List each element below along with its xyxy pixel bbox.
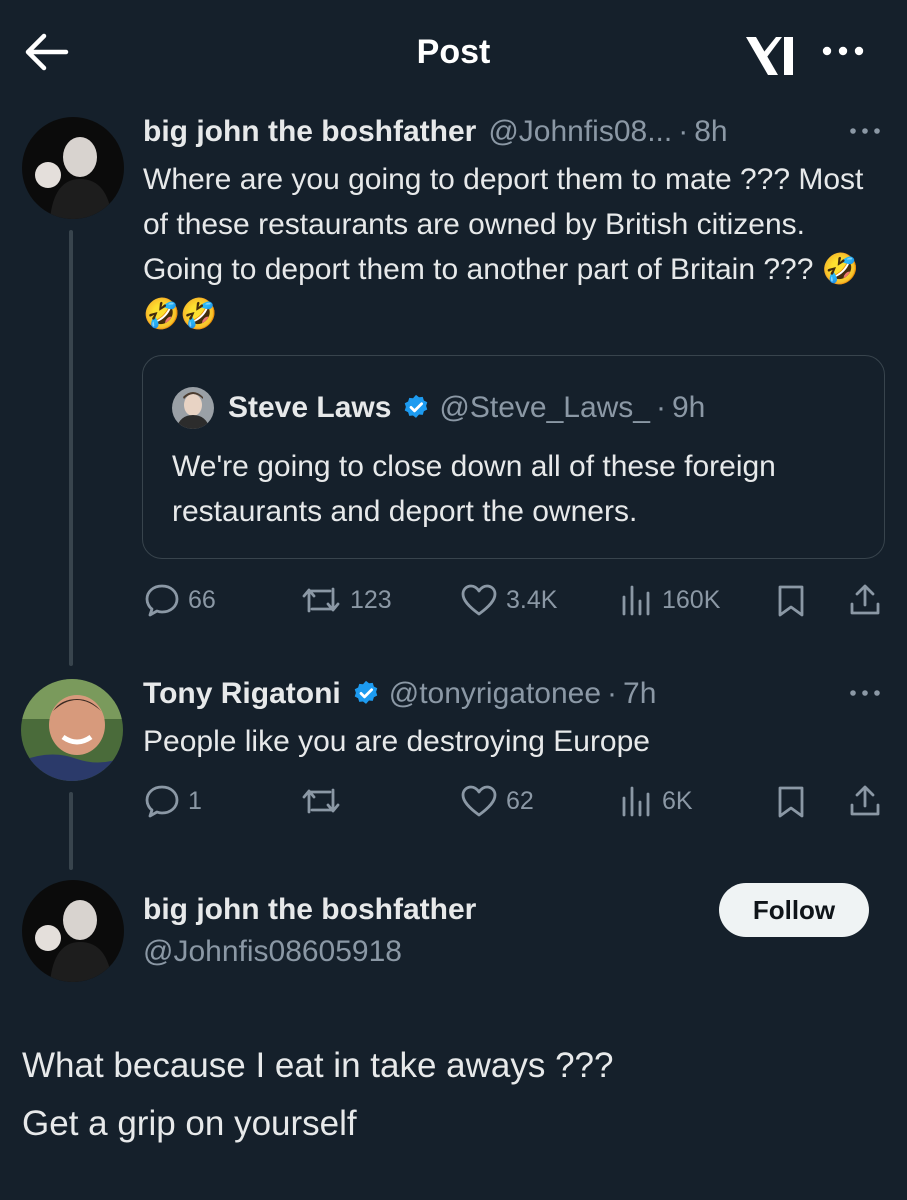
view-count: 6K xyxy=(662,786,693,815)
separator-dot: · xyxy=(678,115,689,148)
post-text-line: Get a grip on yourself xyxy=(22,1104,357,1143)
quote-text: We're going to close down all of these f… xyxy=(172,450,776,528)
timestamp[interactable]: 8h xyxy=(694,114,727,150)
repost-icon xyxy=(302,587,340,613)
reply-button[interactable]: 66 xyxy=(144,583,216,617)
comment-icon xyxy=(145,785,179,818)
bookmark-icon xyxy=(778,585,804,617)
author-handle[interactable]: @tonyrigatonee xyxy=(389,676,601,712)
repost-icon xyxy=(302,788,340,814)
author-line: Tony Rigatoni @tonyrigatonee · 7h xyxy=(143,676,656,712)
x-logo-icon[interactable] xyxy=(742,33,798,79)
bookmark-icon xyxy=(778,786,804,818)
heart-icon xyxy=(461,785,497,817)
author-handle[interactable]: @Johnfis08605918 xyxy=(143,934,402,970)
avatar[interactable] xyxy=(22,117,124,219)
avatar[interactable] xyxy=(22,880,124,982)
tweet-more-button[interactable] xyxy=(848,686,882,700)
analytics-icon xyxy=(622,786,650,817)
bookmark-button[interactable] xyxy=(776,785,806,819)
views-button[interactable]: 160K xyxy=(620,583,720,617)
quote-author-line: Steve Laws @Steve_Laws_ · 9h xyxy=(228,390,705,426)
share-button[interactable] xyxy=(848,784,882,818)
like-count: 62 xyxy=(506,786,534,815)
avatar[interactable] xyxy=(21,679,123,781)
author-handle-line: @Johnfis08605918 xyxy=(143,934,402,970)
quote-author-name: Steve Laws xyxy=(228,391,392,424)
verified-badge-icon xyxy=(354,680,378,704)
thread-line xyxy=(69,792,73,870)
timestamp[interactable]: 7h xyxy=(623,676,656,712)
tweet-more-button[interactable] xyxy=(848,124,882,138)
repost-button[interactable]: 123 xyxy=(300,583,392,617)
analytics-icon xyxy=(622,585,650,616)
repost-button[interactable] xyxy=(300,784,350,818)
more-horizontal-icon xyxy=(822,46,864,56)
more-horizontal-icon xyxy=(850,128,880,134)
author-line: big john the boshfather @Johnfis08... · … xyxy=(143,114,728,150)
author-name[interactable]: big john the boshfather xyxy=(143,892,476,928)
verified-badge-icon xyxy=(405,394,428,418)
reply-button[interactable]: 1 xyxy=(144,784,202,818)
repost-count: 123 xyxy=(350,585,392,614)
follow-button[interactable]: Follow xyxy=(719,883,869,937)
author-handle[interactable]: @Johnfis08... xyxy=(488,114,672,150)
bookmark-button[interactable] xyxy=(776,584,806,618)
comment-icon xyxy=(145,584,179,617)
heart-icon xyxy=(461,584,497,616)
author-name[interactable]: big john the boshfather xyxy=(143,114,476,150)
share-icon xyxy=(850,785,880,816)
like-button[interactable]: 62 xyxy=(460,784,534,818)
share-button[interactable] xyxy=(848,583,882,617)
separator-dot: · xyxy=(656,391,666,424)
like-button[interactable]: 3.4K xyxy=(460,583,557,617)
quote-timestamp: 9h xyxy=(672,391,706,424)
separator-dot: · xyxy=(607,677,618,710)
author-name-line: big john the boshfather xyxy=(143,892,476,928)
reply-count: 66 xyxy=(188,585,216,614)
tweet-text: People like you are destroying Europe xyxy=(143,725,650,758)
tweet-text: Where are you going to deport them to ma… xyxy=(143,163,864,331)
post-text-line: What because I eat in take aways ??? xyxy=(22,1046,614,1085)
like-count: 3.4K xyxy=(506,585,558,614)
views-button[interactable]: 6K xyxy=(620,784,693,818)
view-count: 160K xyxy=(662,585,721,614)
avatar xyxy=(172,387,214,429)
quote-author-handle: @Steve_Laws_ xyxy=(439,391,650,424)
thread-line xyxy=(69,230,73,666)
more-horizontal-icon xyxy=(850,690,880,696)
author-name[interactable]: Tony Rigatoni xyxy=(143,676,341,712)
more-options-button[interactable] xyxy=(818,36,868,66)
share-icon xyxy=(850,584,880,615)
reply-count: 1 xyxy=(188,786,202,815)
